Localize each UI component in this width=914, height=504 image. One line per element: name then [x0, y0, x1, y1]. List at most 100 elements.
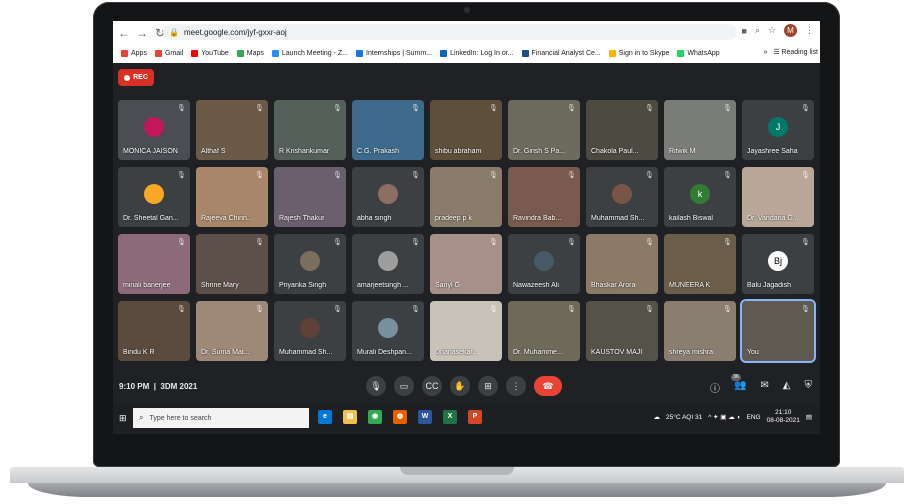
participant-tile[interactable]: Bj 🎙 Balu Jagadish: [742, 234, 814, 294]
mic-muted-icon: 🎙: [255, 172, 264, 179]
participant-tile[interactable]: 🎙 pradeep p k: [430, 167, 502, 227]
clock[interactable]: 21:10 08-08-2021: [767, 409, 800, 425]
host-controls-icon[interactable]: ⛨: [805, 380, 813, 395]
back-icon[interactable]: ←: [117, 26, 131, 40]
profile-avatar[interactable]: M: [784, 24, 797, 37]
bookmark-item[interactable]: Financial Analyst Ce...: [521, 49, 601, 57]
participant-tile[interactable]: 🎙 MONICA JAISON: [118, 100, 190, 160]
participant-tile[interactable]: 🎙 shibu abraham: [430, 100, 502, 160]
participant-tile[interactable]: 🎙 Dr. Sheetal Gan...: [118, 167, 190, 227]
leave-call-button[interactable]: ☎: [534, 376, 562, 396]
participant-tile[interactable]: 🎙 Dr. Girish S Pa...: [508, 100, 580, 160]
file-explorer-icon[interactable]: ▤: [343, 410, 357, 424]
menu-icon[interactable]: ⋮: [805, 25, 814, 36]
participant-tile[interactable]: 🎙 minali banerjee: [118, 234, 190, 294]
camera-indicator-icon[interactable]: ■: [741, 26, 746, 36]
mic-muted-icon: 🎙: [489, 239, 498, 246]
chrome-icon[interactable]: ◉: [368, 410, 382, 424]
present-button[interactable]: ⊞: [478, 376, 498, 396]
participant-tile[interactable]: 🎙 Dr. Vandana G...: [742, 167, 814, 227]
participant-avatar: k: [690, 184, 710, 204]
bookmark-label: Sign in to Skype: [618, 49, 670, 57]
participant-tile[interactable]: 🎙 Bhaskar Arora: [586, 234, 658, 294]
participant-name: MONICA JAISON: [123, 148, 178, 155]
firefox-icon[interactable]: ◍: [393, 410, 407, 424]
weather-text[interactable]: 25°C AQI 31: [666, 414, 702, 421]
tray-icons[interactable]: ^ ✦ ▣ ☁ ◖: [708, 413, 740, 421]
mic-button[interactable]: 🎙: [366, 376, 386, 396]
bookmark-item[interactable]: Internships | Summ...: [356, 49, 432, 57]
participant-tile[interactable]: 🎙 Muhammad Sh...: [274, 301, 346, 361]
powerpoint-icon[interactable]: P: [468, 410, 482, 424]
bookmark-item[interactable]: WhatsApp: [677, 49, 720, 57]
participant-tile[interactable]: 🎙 Rajeeva Chinn...: [196, 167, 268, 227]
mic-muted-icon: 🎙: [489, 105, 498, 112]
bookmark-item[interactable]: Gmail: [154, 49, 183, 57]
participant-tile[interactable]: 🎙 shreya mishra: [664, 301, 736, 361]
participant-name: amarjeetsingh ...: [357, 282, 409, 289]
edge-icon[interactable]: e: [318, 410, 332, 424]
notifications-icon[interactable]: ▤: [806, 413, 812, 421]
bookmark-item[interactable]: LinkedIn: Log In or...: [440, 49, 514, 57]
chat-icon[interactable]: ✉: [760, 380, 768, 395]
address-bar[interactable]: 🔒 meet.google.com/jyf-gxxr-aoj: [163, 24, 737, 40]
meeting-time: 9:10 PM: [119, 382, 150, 391]
bookmark-item[interactable]: Apps: [121, 49, 147, 57]
participant-tile[interactable]: 🎙 Ravindra Bab...: [508, 167, 580, 227]
more-options-button[interactable]: ⋮: [506, 376, 526, 396]
activities-icon[interactable]: ◭: [783, 380, 791, 395]
participant-tile[interactable]: 🎙 Dr. Suma Mat...: [196, 301, 268, 361]
participant-tile[interactable]: 🎙 R Krishankumar: [274, 100, 346, 160]
excel-icon[interactable]: X: [443, 410, 457, 424]
mic-muted-icon: 🎙: [723, 306, 732, 313]
mic-muted-icon: 🎙: [489, 306, 498, 313]
bookmark-item[interactable]: YouTube: [191, 49, 229, 57]
language-indicator[interactable]: ENG: [747, 414, 761, 421]
info-icon[interactable]: ⓘ: [710, 380, 720, 395]
bookmark-star-icon[interactable]: ☆: [768, 25, 776, 36]
taskbar-search[interactable]: ⌕ Type here to search: [133, 408, 309, 428]
bookmark-item[interactable]: Maps: [236, 49, 264, 57]
participant-name: Bhaskar Arora: [591, 282, 636, 289]
participant-name: Rajesh Thakur: [279, 215, 325, 222]
participant-tile[interactable]: 🎙 Bindu K R: [118, 301, 190, 361]
participant-tile[interactable]: 🎙 Althaf S: [196, 100, 268, 160]
raise-hand-button[interactable]: ✋: [450, 376, 470, 396]
camera-button[interactable]: ▭: [394, 376, 414, 396]
participant-tile[interactable]: 🎙 KAUSTOV MAJI: [586, 301, 658, 361]
participant-avatar: [378, 184, 398, 204]
participant-tile[interactable]: 🎙 Nawazeesh Ali: [508, 234, 580, 294]
participant-tile[interactable]: 🎙 Murali Deshpan...: [352, 301, 424, 361]
participant-name: You: [747, 349, 759, 356]
windows-start-icon[interactable]: ⊞: [119, 413, 127, 424]
participant-tile[interactable]: 🎙 MUNEERA K: [664, 234, 736, 294]
reading-list-button[interactable]: Reading list: [781, 49, 818, 56]
participant-tile[interactable]: 🎙 Priyanka Singh: [274, 234, 346, 294]
participant-tile[interactable]: 🎙 Rajesh Thakur: [274, 167, 346, 227]
participant-tile[interactable]: 🎙 Muhammad Sh...: [586, 167, 658, 227]
participant-tile[interactable]: 🎙 Chakola Paul...: [586, 100, 658, 160]
bookmark-item[interactable]: Sign in to Skype: [608, 49, 670, 57]
participant-tile[interactable]: 🎙 Dr. Muhamme...: [508, 301, 580, 361]
more-bookmarks-button[interactable]: »: [763, 49, 767, 56]
participant-tile[interactable]: 🎙 abha singh: [352, 167, 424, 227]
participant-tile[interactable]: k 🎙 kailash Biswal: [664, 167, 736, 227]
mic-muted-icon: 🎙: [255, 306, 264, 313]
people-button[interactable]: 36 👥: [730, 374, 746, 395]
bookmark-item[interactable]: Launch Meeting - Z...: [271, 49, 348, 57]
captions-button[interactable]: CC: [422, 376, 442, 396]
mic-muted-icon: 🎙: [801, 306, 810, 313]
zoom-icon[interactable]: ⌕: [755, 25, 760, 36]
participant-tile[interactable]: 🎙 Sanyl G: [430, 234, 502, 294]
participant-tile[interactable]: 🎙 Shrine Mary: [196, 234, 268, 294]
participant-avatar: [378, 318, 398, 338]
word-icon[interactable]: W: [418, 410, 432, 424]
forward-icon[interactable]: →: [135, 26, 149, 40]
bookmark-favicon-icon: [236, 49, 244, 57]
participant-tile[interactable]: 🎙 amarjeetsingh ...: [352, 234, 424, 294]
participant-tile[interactable]: 🎙 C.G. Prakash: [352, 100, 424, 160]
participant-tile[interactable]: J 🎙 Jayashree Saha: [742, 100, 814, 160]
participant-tile[interactable]: 🎙 You: [742, 301, 814, 361]
participant-tile[interactable]: 🎙 Ritwik M: [664, 100, 736, 160]
participant-tile[interactable]: 🎙 Dhanasekar...: [430, 301, 502, 361]
